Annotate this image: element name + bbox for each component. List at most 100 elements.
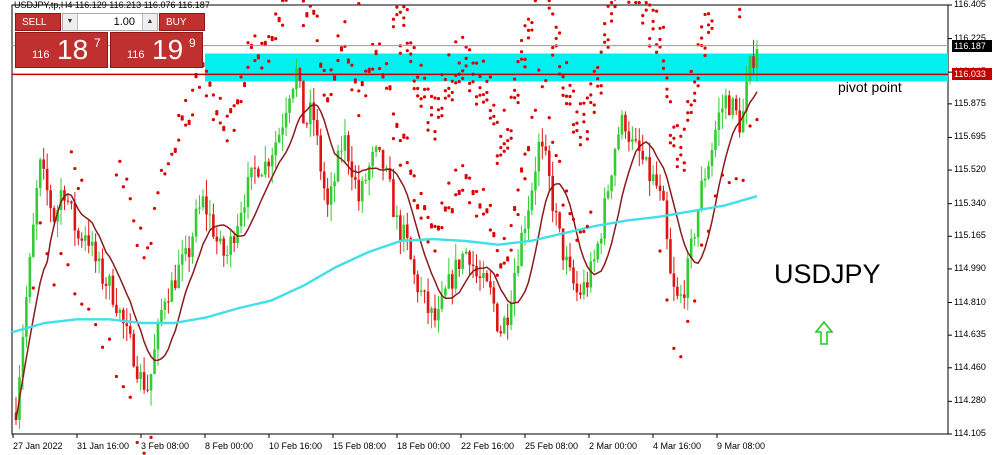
parabolic-sar-dot <box>322 93 326 97</box>
lot-decrease-icon[interactable]: ▼ <box>63 14 78 30</box>
parabolic-sar-dot <box>468 81 472 85</box>
parabolic-sar-dot <box>312 9 316 13</box>
parabolic-sar-dot <box>471 80 475 84</box>
parabolic-sar-dot <box>357 113 361 118</box>
parabolic-sar-dot <box>571 123 576 127</box>
parabolic-sar-dot <box>447 206 451 210</box>
parabolic-sar-dot <box>45 252 49 256</box>
parabolic-sar-dot <box>468 48 472 52</box>
parabolic-sar-dot <box>329 68 333 72</box>
parabolic-sar-dot <box>187 119 191 123</box>
parabolic-sar-dot <box>301 0 305 3</box>
parabolic-sar-dot <box>450 90 454 95</box>
parabolic-sar-dot <box>481 212 486 216</box>
parabolic-sar-dot <box>239 99 243 104</box>
parabolic-sar-dot <box>461 164 465 168</box>
parabolic-sar-dot <box>654 50 659 54</box>
bull-candle <box>329 186 333 205</box>
parabolic-sar-dot <box>121 385 125 389</box>
parabolic-sar-dot <box>706 12 711 16</box>
parabolic-sar-dot <box>149 435 153 440</box>
parabolic-sar-dot <box>440 226 444 230</box>
bear-candle <box>541 141 544 147</box>
parabolic-sar-dot <box>364 69 368 73</box>
parabolic-sar-dot <box>433 249 437 253</box>
parabolic-sar-dot <box>502 261 506 265</box>
lot-size-stepper[interactable]: ▼ 1.00 ▲ <box>62 13 158 31</box>
bear-candle <box>676 286 679 296</box>
bear-candle <box>412 259 416 275</box>
parabolic-sar-dot <box>170 152 174 156</box>
parabolic-sar-dot <box>544 78 548 83</box>
buy-price-button[interactable]: 116 19 9 <box>110 32 203 68</box>
parabolic-sar-dot <box>568 102 572 106</box>
parabolic-sar-dot <box>509 136 513 140</box>
parabolic-sar-dot <box>526 145 531 150</box>
parabolic-sar-dot <box>613 0 617 1</box>
parabolic-sar-dot <box>488 109 492 113</box>
parabolic-sar-dot <box>412 198 416 203</box>
parabolic-sar-dot <box>440 201 444 205</box>
parabolic-sar-dot <box>499 263 503 267</box>
bull-candle <box>437 309 440 321</box>
parabolic-sar-dot <box>523 152 527 156</box>
x-tick-label: 8 Feb 00:00 <box>205 441 254 451</box>
parabolic-sar-dot <box>519 38 524 43</box>
parabolic-sar-dot <box>509 129 513 133</box>
y-tick-label: 114.105 <box>954 428 986 438</box>
parabolic-sar-dot <box>585 137 589 141</box>
bull-candle <box>340 150 343 152</box>
parabolic-sar-dot <box>658 26 662 30</box>
parabolic-sar-dot <box>402 16 406 20</box>
parabolic-sar-dot <box>301 24 305 28</box>
parabolic-sar-dot <box>204 69 209 73</box>
sell-button[interactable]: SELL <box>15 13 61 31</box>
parabolic-sar-dot <box>350 88 354 92</box>
parabolic-sar-dot <box>225 114 229 118</box>
bull-candle <box>596 243 600 260</box>
parabolic-sar-dot <box>284 0 288 2</box>
parabolic-sar-dot <box>454 168 458 172</box>
parabolic-sar-dot <box>364 94 368 98</box>
parabolic-sar-dot <box>734 177 738 181</box>
parabolic-sar-dot <box>184 98 188 103</box>
parabolic-sar-dot <box>582 101 586 105</box>
bull-candle <box>170 280 174 302</box>
bull-candle <box>440 295 444 310</box>
parabolic-sar-dot <box>429 94 434 98</box>
parabolic-sar-dot <box>73 292 77 296</box>
parabolic-sar-dot <box>589 210 593 214</box>
parabolic-sar-dot <box>177 138 181 142</box>
parabolic-sar-dot <box>679 153 683 157</box>
lot-increase-icon[interactable]: ▲ <box>142 14 157 30</box>
parabolic-sar-dot <box>575 238 579 242</box>
sell-price-button[interactable]: 116 18 7 <box>15 32 108 68</box>
lot-size-input[interactable]: 1.00 <box>79 14 141 30</box>
bear-candle <box>752 56 755 68</box>
parabolic-sar-dot <box>592 110 596 115</box>
parabolic-sar-dot <box>668 133 673 137</box>
parabolic-sar-dot <box>703 53 707 58</box>
parabolic-sar-dot <box>506 146 510 150</box>
parabolic-sar-dot <box>114 374 119 379</box>
bear-candle <box>135 366 139 380</box>
parabolic-sar-dot <box>357 89 361 93</box>
bear-candle <box>506 317 509 325</box>
parabolic-sar-dot <box>488 228 492 232</box>
bull-candle <box>461 253 464 269</box>
bull-candle <box>225 254 229 256</box>
parabolic-sar-dot <box>114 173 119 177</box>
bear-candle <box>450 274 454 289</box>
ask-price-pip: 9 <box>189 36 196 50</box>
bear-candle <box>426 291 430 313</box>
parabolic-sar-dot <box>270 35 274 40</box>
bull-candle <box>696 210 700 238</box>
parabolic-sar-dot <box>398 51 402 55</box>
y-tick-label: 116.405 <box>954 0 986 9</box>
bear-candle <box>579 292 582 295</box>
bull-candle <box>371 151 374 167</box>
parabolic-sar-dot <box>422 95 427 99</box>
bear-candle <box>354 177 357 180</box>
bear-candle <box>173 280 177 289</box>
buy-button[interactable]: BUY <box>159 13 205 31</box>
